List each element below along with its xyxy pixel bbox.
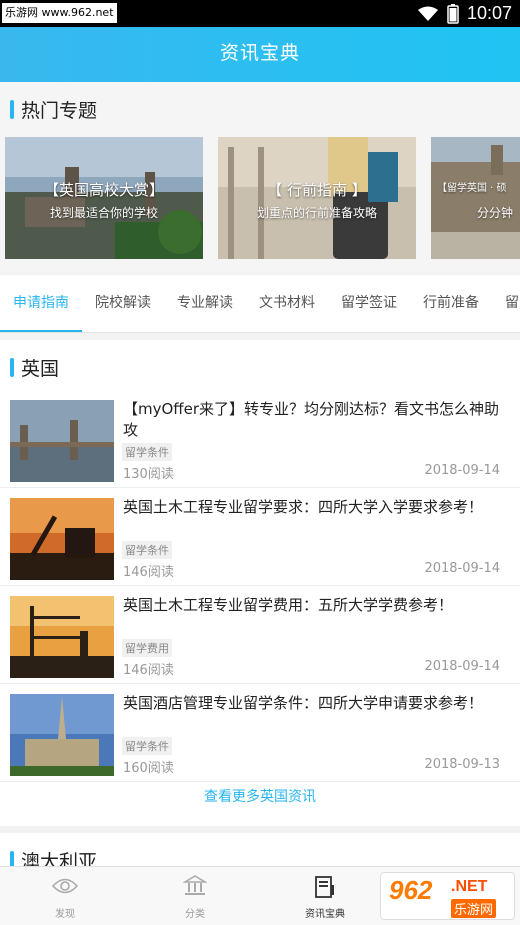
tab-pre-departure[interactable]: 行前准备 — [423, 275, 479, 332]
banner-study-uk[interactable]: 【留学英国 · 硕 分分钟 — [431, 137, 520, 259]
article-reads: 146阅读 — [123, 663, 174, 678]
banner-title: 【留学英国 · 硕 — [437, 183, 507, 194]
brand-subtitle: 乐游网 — [451, 899, 497, 918]
category-tabs: 申请指南 院校解读 专业解读 文书材料 留学签证 行前准备 留 — [0, 275, 520, 333]
banner-pre-departure[interactable]: 【 行前指南 】 划重点的行前准备攻略 — [218, 137, 416, 259]
bank-icon — [183, 875, 207, 895]
uk-section-title: 英国 — [21, 358, 60, 380]
tab-documents[interactable]: 文书材料 — [259, 275, 315, 332]
tab-visa[interactable]: 留学签证 — [341, 275, 397, 332]
nav-discover[interactable]: 发现 — [0, 867, 130, 925]
uk-section: 英国 【myOffer来了】转专业？均分刚达标？看文书怎么神助攻 留学条件 13… — [0, 340, 520, 826]
article-title: 英国酒店管理专业留学条件：四所大学申请要求参考！ — [123, 694, 484, 712]
article-reads: 146阅读 — [123, 565, 174, 580]
article-date: 2018-09-13 — [424, 757, 500, 772]
banner-campus-image — [431, 137, 520, 259]
banner-uk-universities[interactable]: 【英国高校大赏】 找到最适合你的学校 — [5, 137, 203, 259]
list-item[interactable]: 【myOffer来了】转专业？均分刚达标？看文书怎么神助攻 留学条件 130阅读… — [0, 390, 520, 488]
nav-label: 发现 — [55, 909, 75, 920]
hot-topics-title: 热门专题 — [21, 100, 98, 122]
article-date: 2018-09-14 — [424, 463, 500, 478]
article-date: 2018-09-14 — [424, 659, 500, 674]
article-reads: 160阅读 — [123, 761, 174, 776]
article-date: 2018-09-14 — [424, 561, 500, 576]
hot-topics-header: 热门专题 — [0, 82, 520, 136]
section-marker — [10, 100, 14, 119]
article-tag: 留学条件 — [122, 737, 172, 755]
list-item[interactable]: 英国土木工程专业留学要求：四所大学入学要求参考！ 留学条件 146阅读 2018… — [0, 488, 520, 586]
nav-news[interactable]: 资讯宝典 — [260, 867, 390, 925]
list-item[interactable]: 英国土木工程专业留学费用：五所大学学费参考！ 留学费用 146阅读 2018-0… — [0, 586, 520, 684]
tab-school-analysis[interactable]: 院校解读 — [95, 275, 151, 332]
nav-category[interactable]: 分类 — [130, 867, 260, 925]
view-more-uk-link[interactable]: 查看更多英国资讯 — [0, 786, 520, 806]
article-reads: 130阅读 — [123, 467, 174, 482]
tab-major-analysis[interactable]: 专业解读 — [177, 275, 233, 332]
section-marker — [10, 358, 14, 377]
banner-title: 【 行前指南 】 — [267, 181, 367, 199]
status-bar: 乐游网 www.962.net 10:07 — [0, 0, 520, 27]
wifi-icon — [417, 6, 438, 21]
news-icon — [315, 876, 334, 898]
article-tag: 留学条件 — [122, 443, 172, 461]
article-title: 【myOffer来了】转专业？均分刚达标？看文书怎么神助攻 — [123, 400, 500, 439]
banner-subtitle: 划重点的行前准备攻略 — [256, 206, 377, 220]
page-title: 资讯宝典 — [219, 42, 300, 64]
hot-topics-section: 热门专题 【英国高校大赏】 找到最适合你的学校 【 行前指南 】 划重点的行前准… — [0, 82, 520, 272]
uk-section-header: 英国 — [0, 340, 520, 394]
banner-title: 【英国高校大赏】 — [43, 181, 164, 199]
article-thumbnail — [10, 498, 114, 580]
active-tab-indicator — [0, 330, 82, 332]
eye-icon — [52, 878, 78, 894]
article-tag: 留学费用 — [122, 639, 172, 657]
tab-more[interactable]: 留 — [505, 275, 519, 332]
banner-subtitle: 找到最适合你的学校 — [49, 206, 158, 220]
brand-net: .NET — [451, 878, 488, 895]
article-thumbnail — [10, 694, 114, 776]
watermark-label: 乐游网 www.962.net — [2, 3, 117, 23]
tab-application-guide[interactable]: 申请指南 — [13, 275, 69, 332]
article-thumbnail — [10, 400, 114, 482]
clock: 10:07 — [466, 3, 512, 23]
brand-logo: 962 .NET 乐游网 — [380, 872, 515, 920]
app-bar: 资讯宝典 — [0, 27, 520, 82]
article-thumbnail — [10, 596, 114, 678]
banner-subtitle: 分分钟 — [477, 206, 514, 220]
battery-icon — [447, 3, 459, 24]
article-title: 英国土木工程专业留学费用：五所大学学费参考！ — [123, 596, 454, 614]
article-title: 英国土木工程专业留学要求：四所大学入学要求参考！ — [123, 498, 484, 516]
article-tag: 留学条件 — [122, 541, 172, 559]
nav-label: 资讯宝典 — [305, 909, 345, 920]
list-item[interactable]: 英国酒店管理专业留学条件：四所大学申请要求参考！ 留学条件 160阅读 2018… — [0, 684, 520, 782]
brand-number: 962 — [389, 875, 433, 905]
nav-label: 分类 — [185, 909, 205, 920]
